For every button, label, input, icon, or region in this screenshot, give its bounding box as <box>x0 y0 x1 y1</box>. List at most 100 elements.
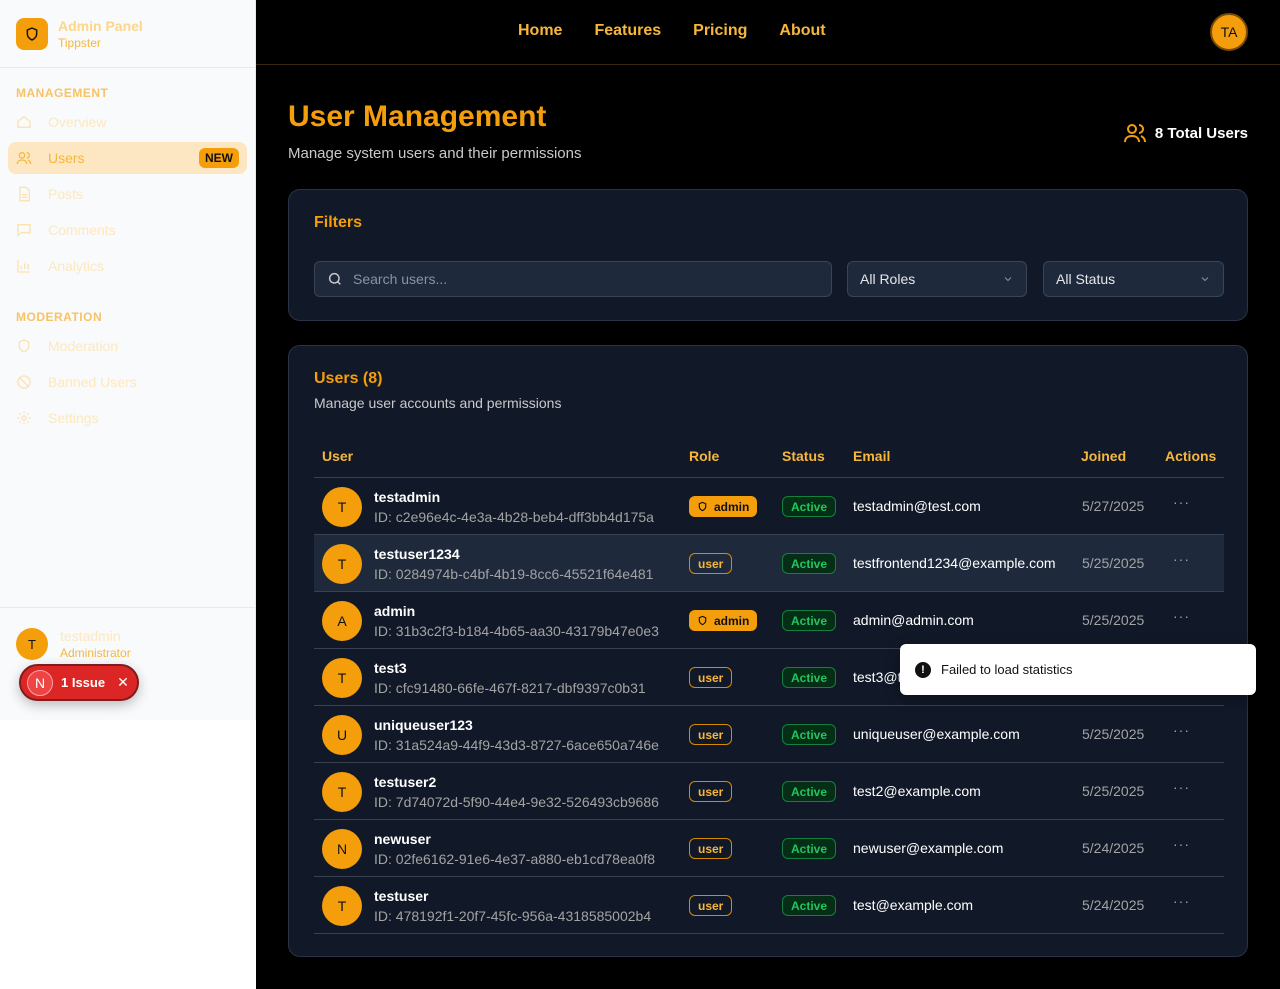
sidebar-user-role: Administrator <box>60 646 131 660</box>
shield-icon <box>698 501 707 512</box>
role-select[interactable]: All Roles <box>847 261 1027 297</box>
user-name: newuser <box>374 831 431 847</box>
users-table-body: Ttestadmin ID: c2e96e4c-4e3a-4b28-beb4-df… <box>314 478 1224 934</box>
status-badge: Active <box>782 724 837 745</box>
role-label: user <box>698 841 724 856</box>
search-placeholder: Search users... <box>353 271 448 287</box>
status-badge: Active <box>782 496 837 517</box>
role-badge: admin <box>689 610 758 631</box>
gear-icon <box>17 411 31 425</box>
issues-indicator[interactable]: N 1 Issue ✕ <box>19 664 139 701</box>
sidebar-item-posts[interactable]: Posts <box>8 178 247 210</box>
chevron-down-icon <box>1004 277 1012 282</box>
user-id: ID: 02fe6162-91e6-4e37-a880-eb1cd78ea0f8 <box>374 851 656 867</box>
role-select-value: All Roles <box>860 271 916 287</box>
user-email: test2@example.com <box>853 783 981 799</box>
brand[interactable]: Admin Panel Tippster <box>0 0 255 68</box>
table-row[interactable]: Ttestuser2 ID: 7d74072d-5f90-44e4-9e32-52… <box>314 763 1224 820</box>
status-select[interactable]: All Status <box>1043 261 1224 297</box>
user-email: newuser@example.com <box>853 840 1004 856</box>
more-actions-button[interactable]: ··· <box>1173 779 1190 795</box>
sidebar-item-label: Posts <box>48 186 84 202</box>
sidebar-item-settings[interactable]: Settings <box>8 402 247 434</box>
user-avatar-button[interactable]: TA <box>1210 13 1248 51</box>
role-badge: user <box>689 724 733 745</box>
more-actions-button[interactable]: ··· <box>1173 836 1190 852</box>
user-id: ID: c2e96e4c-4e3a-4b28-beb4-dff3bb4d175a <box>374 509 654 525</box>
column-header-joined: Joined <box>1081 448 1127 464</box>
nav-link-features[interactable]: Features <box>594 22 661 40</box>
users-subtitle: Manage user accounts and permissions <box>314 395 562 411</box>
user-email: test3@t <box>853 669 902 685</box>
users-title: Users (8) <box>314 370 383 387</box>
joined-date: 5/24/2025 <box>1082 840 1145 856</box>
user-id: ID: 478192f1-20f7-45fc-956a-4318585002b4 <box>374 908 652 924</box>
page-subtitle: Manage system users and their permission… <box>288 145 582 162</box>
chevron-down-icon <box>1201 277 1209 282</box>
nav-link-about[interactable]: About <box>779 22 825 40</box>
new-badge: NEW <box>199 148 239 168</box>
table-row[interactable]: Ttestuser1234 ID: 0284974b-c4bf-4b19-8cc6… <box>314 535 1224 592</box>
page-title: User Management <box>288 100 547 133</box>
sidebar: Admin Panel Tippster MANAGEMENT Overview… <box>0 0 256 720</box>
joined-date: 5/25/2025 <box>1082 612 1145 628</box>
more-actions-button[interactable]: ··· <box>1173 494 1190 510</box>
total-users: 8 Total Users <box>1123 121 1248 145</box>
search-input[interactable]: Search users... <box>314 261 832 297</box>
sidebar-item-overview[interactable]: Overview <box>8 106 247 138</box>
brand-name: Admin Panel <box>58 17 143 34</box>
user-id: ID: 0284974b-c4bf-4b19-8cc6-45521f64e481 <box>374 566 654 582</box>
user-name: testuser2 <box>374 774 437 790</box>
column-header-role: Role <box>689 448 720 464</box>
users-icon <box>1123 124 1146 143</box>
role-badge: admin <box>689 496 758 517</box>
nav-link-pricing[interactable]: Pricing <box>693 22 747 40</box>
filters-card: Filters Search users... All Roles All St… <box>288 189 1248 321</box>
sidebar-item-label: Banned Users <box>48 374 137 390</box>
user-id: ID: 7d74072d-5f90-44e4-9e32-526493cb9686 <box>374 794 659 810</box>
role-badge: user <box>689 895 733 916</box>
sidebar-item-comments[interactable]: Comments <box>8 214 247 246</box>
filters-title: Filters <box>314 214 363 231</box>
shield-icon <box>698 615 707 626</box>
file-icon <box>19 186 30 202</box>
status-badge: Active <box>782 610 837 631</box>
sidebar-item-moderation[interactable]: Moderation <box>8 330 247 362</box>
toast-message: Failed to load statistics <box>941 662 1073 677</box>
user-name: testuser1234 <box>374 546 460 562</box>
close-icon[interactable]: ✕ <box>117 674 129 691</box>
role-label: user <box>698 784 724 799</box>
role-badge: user <box>689 667 733 688</box>
more-actions-button[interactable]: ··· <box>1173 608 1190 624</box>
more-actions-button[interactable]: ··· <box>1173 722 1190 738</box>
sidebar-item-users[interactable]: Users NEW <box>8 142 247 174</box>
sidebar-item-banned-users[interactable]: Banned Users <box>8 366 247 398</box>
table-row[interactable]: Uuniqueuser123 ID: 31a524a9-44f9-43d3-872… <box>314 706 1224 763</box>
chart-icon <box>17 260 30 273</box>
table-row[interactable]: Aadmin ID: 31b3c2f3-b184-4b65-aa30-43179b… <box>314 592 1224 649</box>
table-row[interactable]: Ttestuser ID: 478192f1-20f7-45fc-956a-431… <box>314 877 1224 934</box>
user-id: ID: cfc91480-66fe-467f-8217-dbf9397c0b31 <box>374 680 646 696</box>
avatar: A <box>322 601 362 641</box>
sidebar-item-analytics[interactable]: Analytics <box>8 250 247 282</box>
sidebar-blank-area <box>0 720 256 989</box>
joined-date: 5/27/2025 <box>1082 498 1145 514</box>
status-badge: Active <box>782 781 837 802</box>
nav-link-home[interactable]: Home <box>518 22 562 40</box>
user-email: admin@admin.com <box>853 612 974 628</box>
table-row[interactable]: Ttestadmin ID: c2e96e4c-4e3a-4b28-beb4-df… <box>314 478 1224 535</box>
avatar: T <box>16 628 48 660</box>
role-badge: user <box>689 781 733 802</box>
user-email: testfrontend1234@example.com <box>853 555 1056 571</box>
status-badge: Active <box>782 895 837 916</box>
table-row[interactable]: Nnewuser ID: 02fe6162-91e6-4e37-a880-eb1c… <box>314 820 1224 877</box>
sidebar-item-label: Overview <box>48 114 107 130</box>
alert-icon: ! <box>915 661 931 678</box>
avatar: U <box>322 715 362 755</box>
sidebar-item-label: Users <box>48 150 85 166</box>
column-header-actions: Actions <box>1165 448 1217 464</box>
more-actions-button[interactable]: ··· <box>1173 893 1190 909</box>
comment-icon <box>17 224 31 237</box>
more-actions-button[interactable]: ··· <box>1173 551 1190 567</box>
user-name: testuser <box>374 888 429 904</box>
